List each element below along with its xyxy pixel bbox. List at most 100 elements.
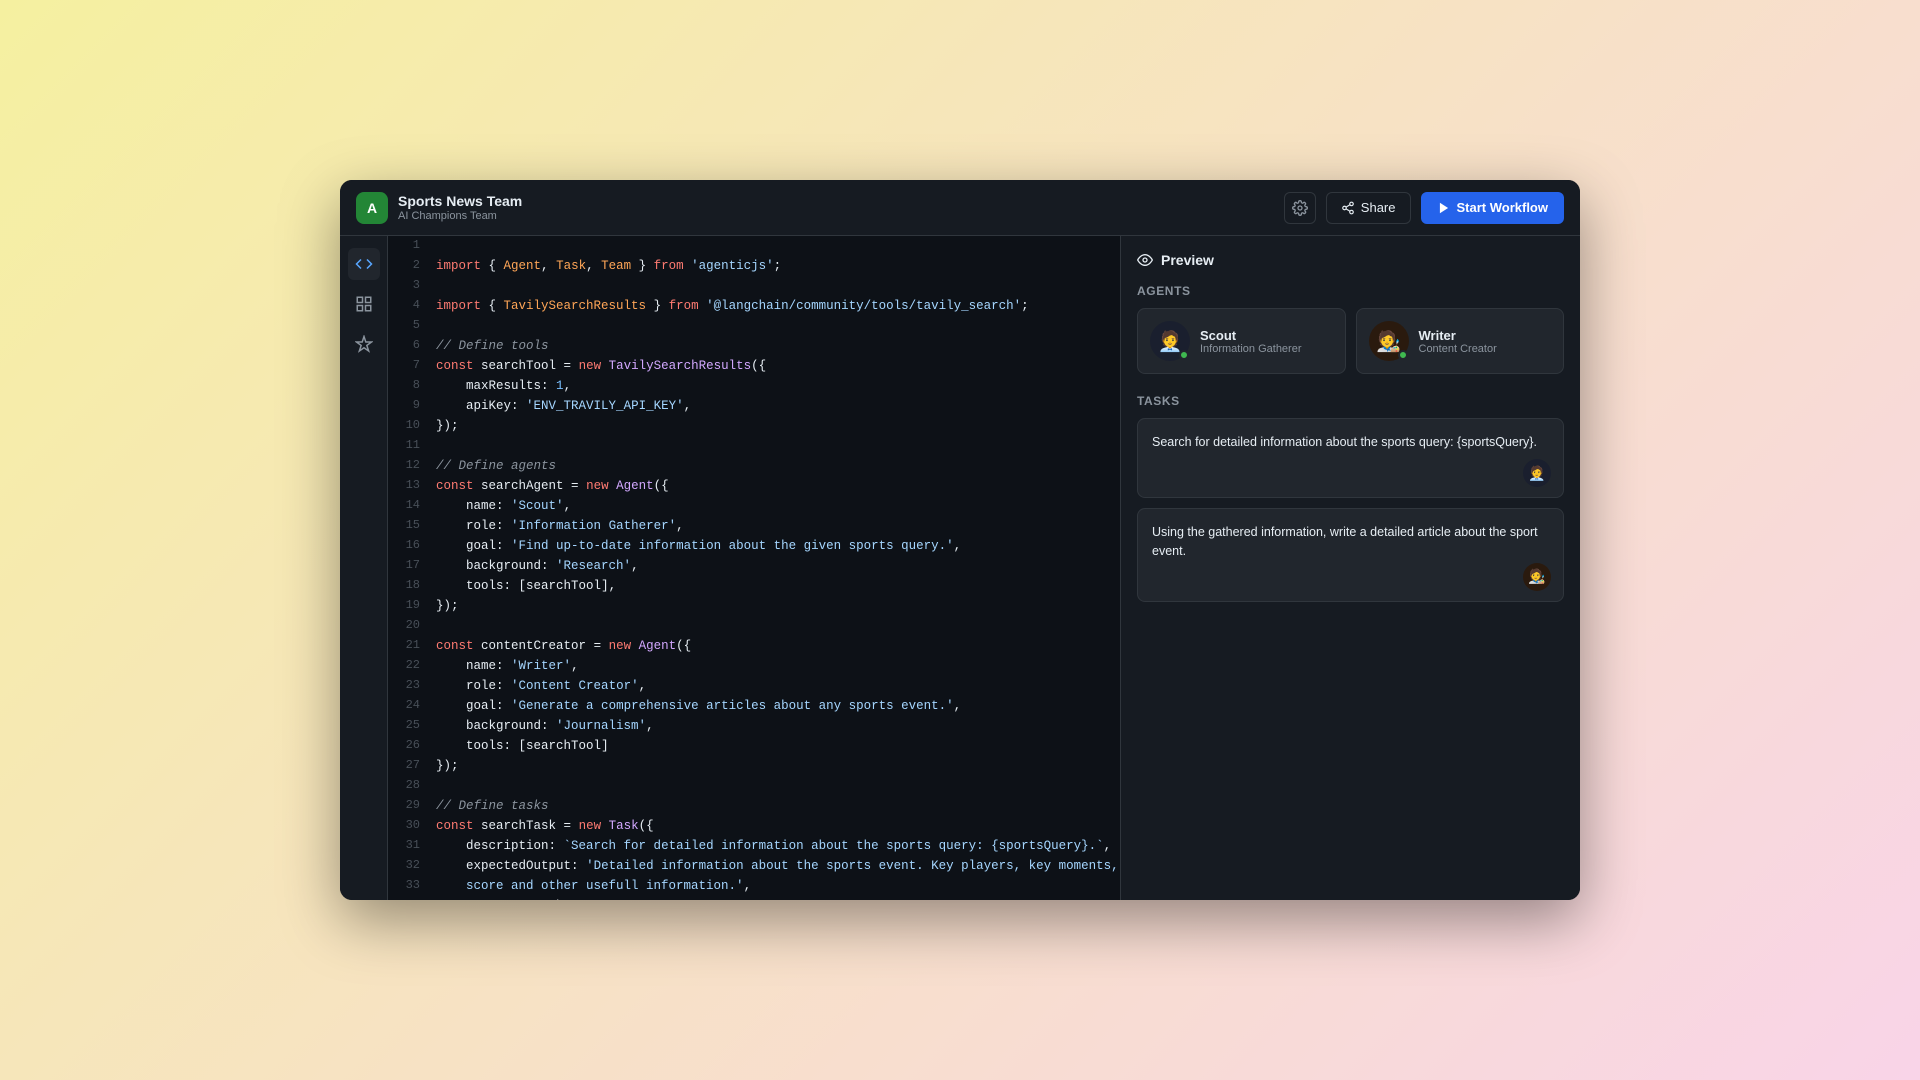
agents-section-title: Agents — [1137, 284, 1564, 298]
agent-card-scout: 🧑‍💼 Scout Information Gatherer — [1137, 308, 1346, 374]
main-window: A Sports News Team AI Champions Team Sha… — [340, 180, 1580, 900]
preview-header: Preview — [1137, 252, 1564, 268]
code-line: 21const contentCreator = new Agent({ — [388, 636, 1120, 656]
line-number — [388, 896, 436, 900]
sidebar-icon-sparkle[interactable] — [348, 328, 380, 360]
play-icon — [1437, 201, 1451, 215]
code-line: 32 expectedOutput: 'Detailed information… — [388, 856, 1120, 876]
code-line: agent: searchAgent — [388, 896, 1120, 900]
code-editor[interactable]: 12import { Agent, Task, Team } from 'age… — [388, 236, 1120, 900]
line-content: const searchAgent = new Agent({ — [436, 476, 1120, 496]
line-content: agent: searchAgent — [436, 896, 1120, 900]
line-content: background: 'Journalism', — [436, 716, 1120, 736]
agent-info-scout: Scout Information Gatherer — [1200, 328, 1302, 355]
line-number: 13 — [388, 476, 436, 496]
header-subtitle: AI Champions Team — [398, 210, 1284, 222]
code-line: 17 background: 'Research', — [388, 556, 1120, 576]
line-number: 24 — [388, 696, 436, 716]
agent-name-writer: Writer — [1419, 328, 1497, 343]
line-content: // Define agents — [436, 456, 1120, 476]
agent-info-writer: Writer Content Creator — [1419, 328, 1497, 355]
preview-tab-label: Preview — [1161, 252, 1214, 268]
sidebar-icon-grid[interactable] — [348, 288, 380, 320]
share-label: Share — [1361, 200, 1396, 215]
code-line: 28 — [388, 776, 1120, 796]
settings-button[interactable] — [1284, 192, 1316, 224]
line-content — [436, 616, 1120, 636]
task-text-1: Using the gathered information, write a … — [1152, 523, 1549, 561]
header: A Sports News Team AI Champions Team Sha… — [340, 180, 1580, 236]
code-line: 24 goal: 'Generate a comprehensive artic… — [388, 696, 1120, 716]
code-line: 30const searchTask = new Task({ — [388, 816, 1120, 836]
line-number: 4 — [388, 296, 436, 316]
logo-text: A — [367, 200, 377, 216]
line-number: 33 — [388, 876, 436, 896]
line-number: 22 — [388, 656, 436, 676]
line-content — [436, 316, 1120, 336]
code-line: 18 tools: [searchTool], — [388, 576, 1120, 596]
line-content: import { TavilySearchResults } from '@la… — [436, 296, 1120, 316]
agent-card-writer: 🧑‍🎨 Writer Content Creator — [1356, 308, 1565, 374]
share-button[interactable]: Share — [1326, 192, 1411, 224]
line-content: background: 'Research', — [436, 556, 1120, 576]
code-line: 12// Define agents — [388, 456, 1120, 476]
line-number: 15 — [388, 516, 436, 536]
line-number: 30 — [388, 816, 436, 836]
header-title: Sports News Team — [398, 193, 1284, 210]
line-content: import { Agent, Task, Team } from 'agent… — [436, 256, 1120, 276]
line-number: 2 — [388, 256, 436, 276]
code-line: 2import { Agent, Task, Team } from 'agen… — [388, 256, 1120, 276]
line-number: 3 — [388, 276, 436, 296]
code-line: 5 — [388, 316, 1120, 336]
agent-avatar-scout: 🧑‍💼 — [1150, 321, 1190, 361]
line-content: apiKey: 'ENV_TRAVILY_API_KEY', — [436, 396, 1120, 416]
line-content: // Define tools — [436, 336, 1120, 356]
line-content: role: 'Information Gatherer', — [436, 516, 1120, 536]
share-icon — [1341, 201, 1355, 215]
line-number: 9 — [388, 396, 436, 416]
agent-status-dot — [1398, 350, 1408, 360]
tasks-section-title: Tasks — [1137, 394, 1564, 408]
line-content: maxResults: 1, — [436, 376, 1120, 396]
agent-avatar-writer: 🧑‍🎨 — [1369, 321, 1409, 361]
start-workflow-button[interactable]: Start Workflow — [1421, 192, 1565, 224]
header-title-group: Sports News Team AI Champions Team — [398, 193, 1284, 222]
line-number: 27 — [388, 756, 436, 776]
code-line: 1 — [388, 236, 1120, 256]
sidebar-icons — [340, 236, 388, 900]
line-content: }); — [436, 756, 1120, 776]
line-content — [436, 276, 1120, 296]
code-line: 3 — [388, 276, 1120, 296]
code-line: 29// Define tasks — [388, 796, 1120, 816]
line-content: goal: 'Generate a comprehensive articles… — [436, 696, 1120, 716]
line-content: role: 'Content Creator', — [436, 676, 1120, 696]
line-number: 10 — [388, 416, 436, 436]
line-number: 11 — [388, 436, 436, 456]
code-line: 33 score and other usefull information.'… — [388, 876, 1120, 896]
line-number: 31 — [388, 836, 436, 856]
line-number: 8 — [388, 376, 436, 396]
code-line: 22 name: 'Writer', — [388, 656, 1120, 676]
line-number: 16 — [388, 536, 436, 556]
eye-icon — [1137, 252, 1153, 268]
line-content: expectedOutput: 'Detailed information ab… — [436, 856, 1120, 876]
agent-status-dot — [1179, 350, 1189, 360]
task-card-1: Using the gathered information, write a … — [1137, 508, 1564, 602]
line-content: description: `Search for detailed inform… — [436, 836, 1120, 856]
task-avatar-0: 🧑‍💼 — [1523, 459, 1551, 487]
line-number: 18 — [388, 576, 436, 596]
agent-role-scout: Information Gatherer — [1200, 343, 1302, 355]
line-number: 6 — [388, 336, 436, 356]
code-line: 25 background: 'Journalism', — [388, 716, 1120, 736]
code-line: 13const searchAgent = new Agent({ — [388, 476, 1120, 496]
line-number: 7 — [388, 356, 436, 376]
code-line: 15 role: 'Information Gatherer', — [388, 516, 1120, 536]
gear-icon — [1292, 200, 1308, 216]
agent-name-scout: Scout — [1200, 328, 1302, 343]
code-line: 31 description: `Search for detailed inf… — [388, 836, 1120, 856]
sidebar-icon-code[interactable] — [348, 248, 380, 280]
app-logo: A — [356, 192, 388, 224]
line-number: 32 — [388, 856, 436, 876]
line-content — [436, 236, 1120, 256]
code-icon — [355, 255, 373, 273]
